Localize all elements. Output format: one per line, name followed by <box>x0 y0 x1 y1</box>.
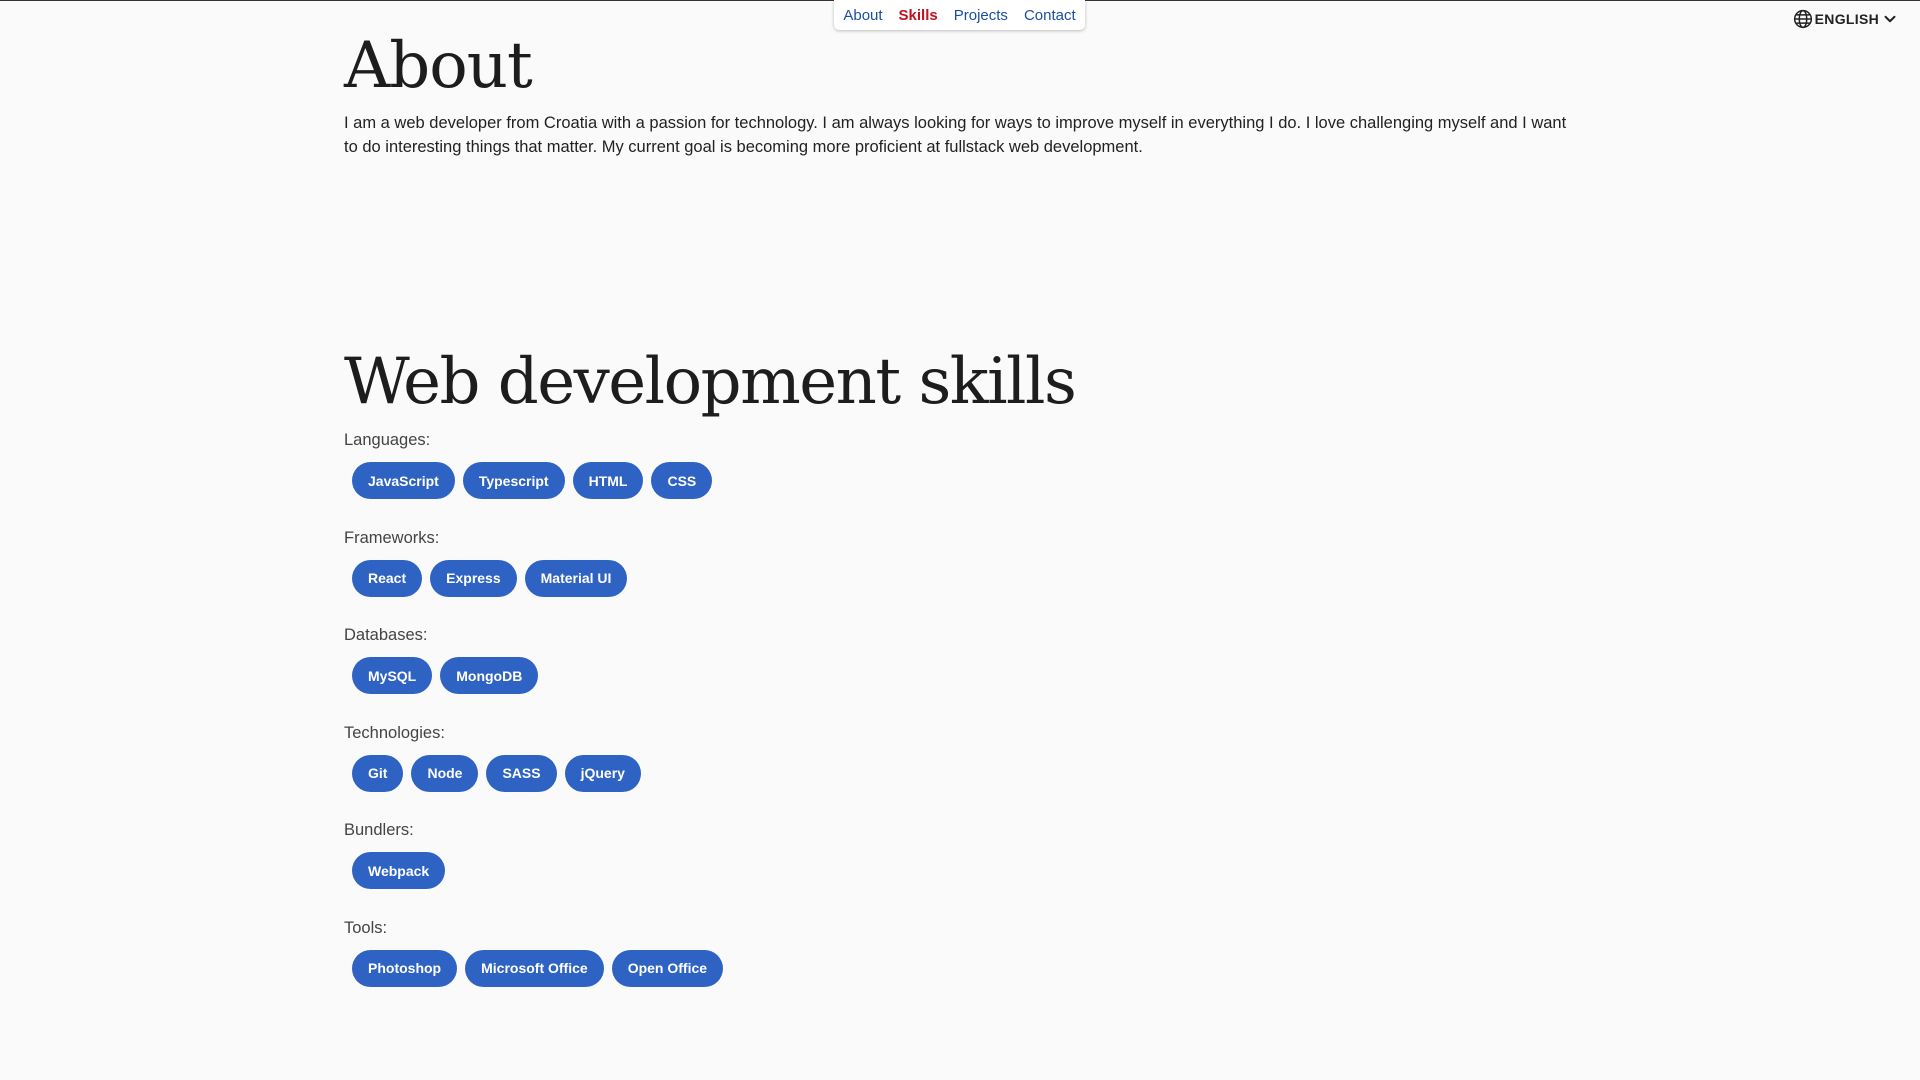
top-nav: About Skills Projects Contact <box>834 0 1085 30</box>
skill-group-bundlers: Bundlers: Webpack <box>344 818 723 916</box>
skill-group-tools: Tools: Photoshop Microsoft Office Open O… <box>344 916 724 1014</box>
chip-list: React Express Material UI <box>352 559 723 597</box>
skill-chip[interactable]: React <box>352 559 423 597</box>
chip-list: Photoshop Microsoft Office Open Office <box>352 949 724 987</box>
globe-icon <box>1793 9 1813 29</box>
skill-chip[interactable]: Node <box>411 754 479 792</box>
nav-link-contact[interactable]: Contact <box>1024 7 1076 24</box>
chip-list: MySQL MongoDB <box>352 657 723 694</box>
nav-link-about[interactable]: About <box>843 7 882 24</box>
chip-list: JavaScript Typescript HTML CSS <box>352 462 723 499</box>
group-label: Tools: <box>344 918 388 937</box>
about-heading: About <box>344 29 533 103</box>
language-selector[interactable]: ENGLISH <box>1793 8 1899 30</box>
skill-chip[interactable]: Material UI <box>524 559 628 597</box>
skill-chip[interactable]: CSS <box>651 462 713 499</box>
skill-chip[interactable]: MySQL <box>352 657 433 694</box>
skill-chip[interactable]: Webpack <box>352 852 446 889</box>
about-paragraph: I am a web developer from Croatia with a… <box>344 114 1567 156</box>
skill-chip[interactable]: Typescript <box>462 462 565 499</box>
skill-chip[interactable]: Photoshop <box>352 949 458 987</box>
skill-group-technologies: Technologies: Git Node SASS jQuery <box>344 721 723 819</box>
skill-chip[interactable]: HTML <box>572 462 644 499</box>
skill-chip[interactable]: MongoDB <box>440 657 539 694</box>
chip-list: Webpack <box>352 852 723 889</box>
group-label: Technologies: <box>344 723 445 742</box>
chip-list: Git Node SASS jQuery <box>352 754 723 792</box>
skill-chip[interactable]: JavaScript <box>352 462 455 499</box>
skill-chip[interactable]: SASS <box>486 754 557 792</box>
skill-group-frameworks: Frameworks: React Express Material UI <box>344 526 723 624</box>
skill-chip[interactable]: Open Office <box>611 949 724 987</box>
skill-chip[interactable]: Microsoft Office <box>465 949 604 987</box>
nav-link-skills[interactable]: Skills <box>899 7 938 24</box>
group-label: Bundlers: <box>344 821 414 839</box>
skill-chip[interactable]: Git <box>352 754 404 792</box>
skill-group-languages: Languages: JavaScript Typescript HTML CS… <box>344 428 723 526</box>
language-label: ENGLISH <box>1814 11 1879 27</box>
group-label: Languages: <box>344 431 431 449</box>
skill-chip[interactable]: Express <box>430 559 517 597</box>
skill-groups: Languages: JavaScript Typescript HTML CS… <box>344 428 724 1014</box>
group-label: Databases: <box>344 626 428 644</box>
skill-group-databases: Databases: MySQL MongoDB <box>344 623 723 721</box>
skills-heading: Web development skills <box>344 345 1077 419</box>
chevron-down-icon <box>1881 10 1899 28</box>
nav-link-projects[interactable]: Projects <box>954 7 1008 24</box>
skill-chip[interactable]: jQuery <box>564 754 641 792</box>
group-label: Frameworks: <box>344 528 440 547</box>
